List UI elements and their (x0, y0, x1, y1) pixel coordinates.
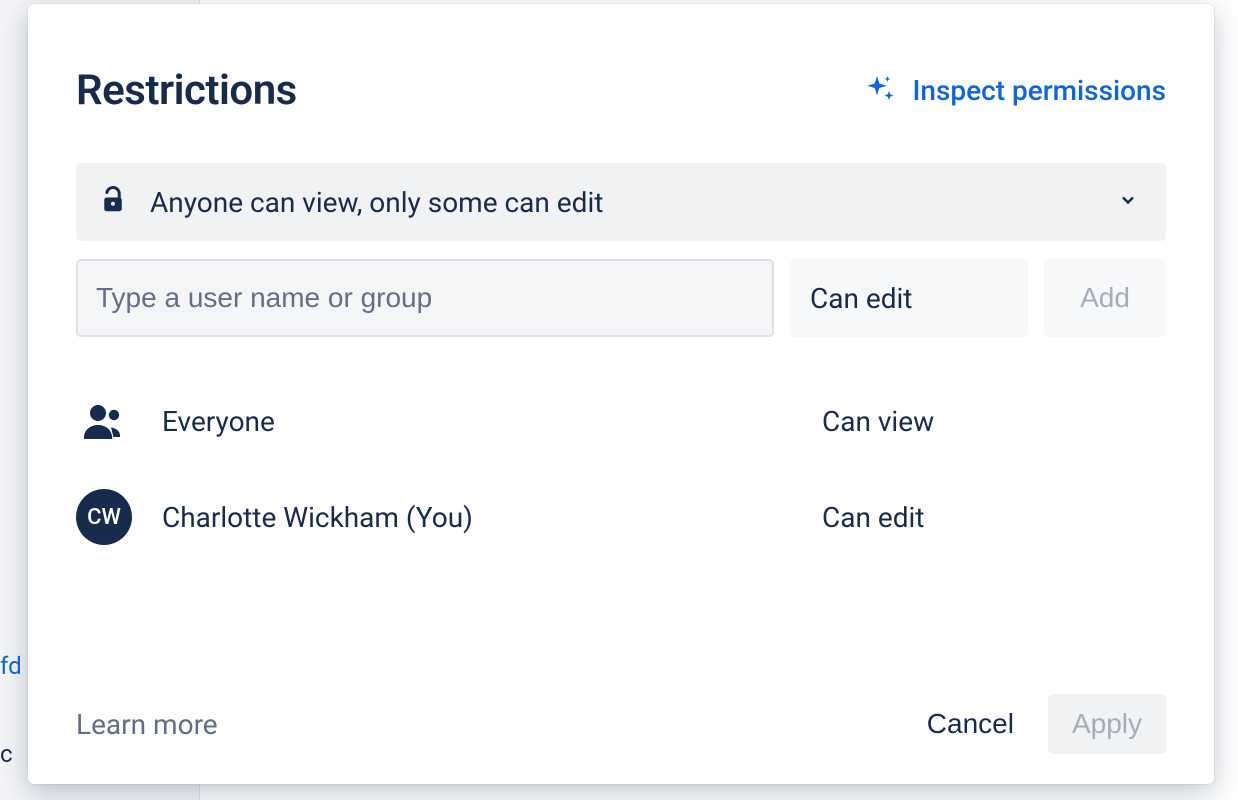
apply-button[interactable]: Apply (1048, 694, 1166, 754)
chevron-down-icon (1118, 190, 1138, 214)
modal-footer: Learn more Cancel Apply (76, 682, 1166, 754)
restriction-level-label: Anyone can view, only some can edit (150, 186, 1118, 219)
permission-identity: Everyone (76, 393, 822, 449)
modal-title: Restrictions (76, 66, 297, 115)
restriction-level-dropdown[interactable]: Anyone can view, only some can edit (76, 163, 1166, 241)
sparkle-icon (862, 73, 898, 109)
permissions-list: Everyone Can view CW Charlotte Wickham (… (76, 373, 1166, 682)
restrictions-modal: Restrictions Inspect permissions Anyone … (28, 4, 1214, 784)
cancel-button[interactable]: Cancel (905, 694, 1036, 754)
inspect-permissions-link[interactable]: Inspect permissions (862, 73, 1166, 109)
unlock-icon (98, 185, 128, 219)
learn-more-link[interactable]: Learn more (76, 708, 218, 741)
permission-value: Can edit (822, 501, 924, 534)
permission-identity: CW Charlotte Wickham (You) (76, 489, 822, 545)
background-text: c (0, 740, 13, 768)
permission-row: Everyone Can view (76, 373, 1166, 469)
add-button[interactable]: Add (1044, 259, 1166, 337)
permission-principal-name: Everyone (162, 405, 275, 438)
permission-row: CW Charlotte Wickham (You) Can edit (76, 469, 1166, 565)
permission-principal-name: Charlotte Wickham (You) (162, 501, 473, 534)
permission-select-label: Can edit (810, 282, 912, 315)
add-user-row: Can edit Add (76, 259, 1166, 337)
background-link: fd (0, 652, 22, 680)
permission-value: Can view (822, 405, 934, 438)
user-group-input[interactable] (76, 259, 774, 337)
footer-actions: Cancel Apply (905, 694, 1166, 754)
modal-header: Restrictions Inspect permissions (76, 66, 1166, 115)
inspect-permissions-label: Inspect permissions (912, 74, 1166, 107)
avatar: CW (76, 489, 132, 545)
permission-select[interactable]: Can edit (790, 259, 1028, 337)
group-icon (76, 393, 132, 449)
